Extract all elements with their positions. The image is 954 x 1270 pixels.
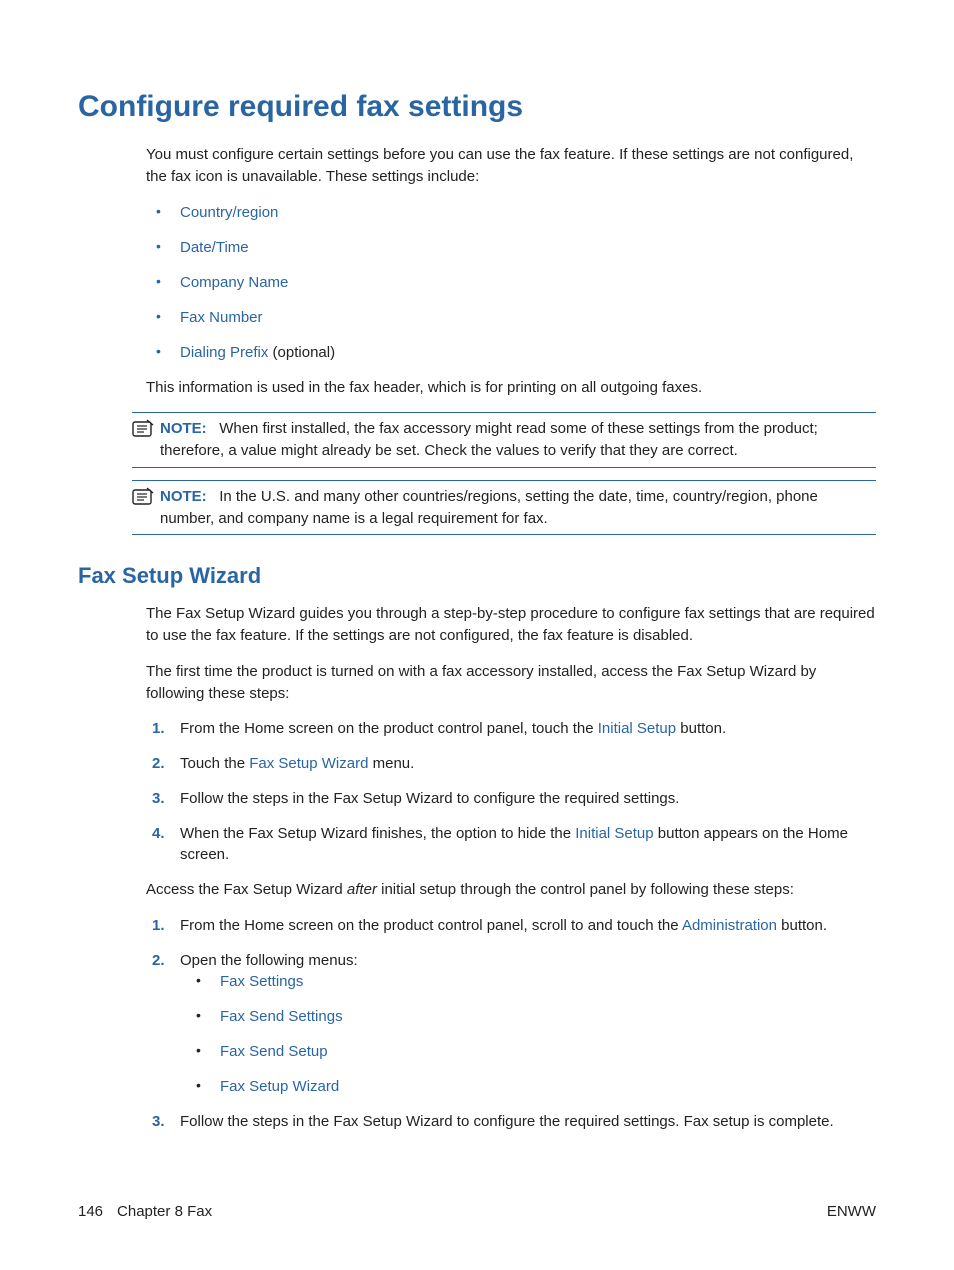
list-item: Country/region [146,202,876,223]
step-item: From the Home screen on the product cont… [146,718,876,739]
list-link: Fax Settings [220,973,303,990]
note-icon [132,487,156,530]
list-link: Fax Send Setup [220,1043,328,1060]
inline-link: Fax Setup Wizard [249,755,368,772]
step-item: Follow the steps in the Fax Setup Wizard… [146,1111,876,1132]
after-list-paragraph: This information is used in the fax head… [146,377,876,399]
note-body: NOTE: When first installed, the fax acce… [160,418,876,462]
step-item: Open the following menus: Fax Settings F… [146,950,876,1097]
body-content: You must configure certain settings befo… [146,144,876,398]
note-label: NOTE: [160,420,207,437]
page-heading: Configure required fax settings [78,90,876,124]
note-box: NOTE: In the U.S. and many other countri… [132,480,876,536]
list-item: Fax Setup Wizard [186,1076,876,1097]
list-item: Date/Time [146,237,876,258]
list-link: Country/region [180,204,278,221]
page-footer: 146 Chapter 8 Fax ENWW [78,1203,876,1220]
list-item: Company Name [146,272,876,293]
list-item: Dialing Prefix (optional) [146,342,876,363]
steps-list-b: From the Home screen on the product cont… [146,915,876,1132]
note-icon [132,419,156,462]
footer-left: 146 Chapter 8 Fax [78,1203,212,1220]
list-item: Fax Send Settings [186,1006,876,1027]
document-page: Configure required fax settings You must… [0,0,954,1270]
list-link: Fax Number [180,309,263,326]
wizard-paragraph: The Fax Setup Wizard guides you through … [146,603,876,647]
inline-link: Initial Setup [598,720,676,737]
list-link: Date/Time [180,239,249,256]
note-label: NOTE: [160,488,207,505]
list-link: Fax Setup Wizard [220,1078,339,1095]
intro-paragraph: You must configure certain settings befo… [146,144,876,188]
note-body: NOTE: In the U.S. and many other countri… [160,486,876,530]
page-number: 146 [78,1203,103,1220]
inline-link: Administration [682,917,777,934]
wizard-content: The Fax Setup Wizard guides you through … [146,603,876,1132]
steps-list-a: From the Home screen on the product cont… [146,718,876,865]
step-item: Follow the steps in the Fax Setup Wizard… [146,788,876,809]
wizard-paragraph: The first time the product is turned on … [146,661,876,705]
sub-heading: Fax Setup Wizard [78,563,876,589]
italic-text: after [347,881,377,898]
list-item: Fax Send Setup [186,1041,876,1062]
step-item: From the Home screen on the product cont… [146,915,876,936]
step-item: Touch the Fax Setup Wizard menu. [146,753,876,774]
list-item: Fax Settings [186,971,876,992]
list-link: Company Name [180,274,288,291]
list-item: Fax Number [146,307,876,328]
after-steps-paragraph: Access the Fax Setup Wizard after initia… [146,879,876,901]
list-suffix: (optional) [268,344,335,361]
sub-menu-list: Fax Settings Fax Send Settings Fax Send … [186,971,876,1097]
list-link: Dialing Prefix [180,344,268,361]
chapter-label: Chapter 8 Fax [117,1203,212,1220]
note-box: NOTE: When first installed, the fax acce… [132,412,876,468]
inline-link: Initial Setup [575,825,653,842]
note-text: In the U.S. and many other countries/reg… [160,488,818,527]
notes-block: NOTE: When first installed, the fax acce… [132,412,876,535]
settings-list: Country/region Date/Time Company Name Fa… [146,202,876,363]
step-item: When the Fax Setup Wizard finishes, the … [146,823,876,865]
list-link: Fax Send Settings [220,1008,343,1025]
footer-right: ENWW [827,1203,876,1220]
note-text: When first installed, the fax accessory … [160,420,818,459]
